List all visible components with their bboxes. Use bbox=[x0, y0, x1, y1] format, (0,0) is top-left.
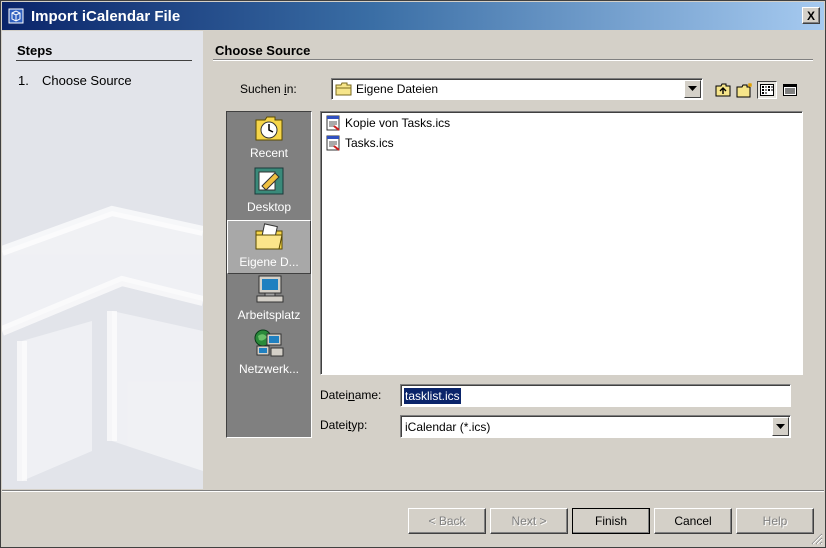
file-name: Tasks.ics bbox=[345, 136, 394, 150]
filename-value: tasklist.ics bbox=[404, 387, 461, 404]
details-view-icon bbox=[783, 84, 797, 96]
finish-button[interactable]: Finish bbox=[572, 508, 650, 534]
place-desktop[interactable]: Desktop bbox=[227, 166, 311, 220]
close-button[interactable]: X bbox=[802, 7, 820, 24]
look-in-value: Eigene Dateien bbox=[356, 82, 439, 96]
step-label: Choose Source bbox=[42, 73, 132, 88]
place-label: Arbeitsplatz bbox=[237, 308, 301, 322]
folder-icon bbox=[335, 82, 352, 96]
place-label: Netzwerk... bbox=[238, 362, 299, 376]
step-item: 1. Choose Source bbox=[18, 73, 132, 88]
title-divider bbox=[213, 59, 813, 60]
details-view-button[interactable] bbox=[780, 81, 800, 99]
list-view-button[interactable] bbox=[757, 81, 777, 99]
back-button[interactable]: < Back bbox=[408, 508, 486, 534]
filetype-combo[interactable]: iCalendar (*.ics) bbox=[400, 415, 791, 438]
my-computer-icon bbox=[252, 274, 286, 304]
cancel-button[interactable]: Cancel bbox=[654, 508, 732, 534]
list-item[interactable]: Tasks.ics bbox=[325, 134, 394, 152]
file-list[interactable]: Kopie von Tasks.ics Tasks.ics bbox=[320, 111, 803, 375]
look-in-combo[interactable]: Eigene Dateien bbox=[331, 78, 703, 100]
ics-file-icon bbox=[326, 115, 340, 131]
new-folder-icon bbox=[736, 83, 752, 98]
chevron-down-icon bbox=[688, 86, 697, 91]
look-in-label: Suchen in: bbox=[240, 82, 297, 96]
help-button[interactable]: Help bbox=[736, 508, 814, 534]
filename-input[interactable]: tasklist.ics bbox=[400, 384, 791, 407]
chevron-down-icon bbox=[776, 423, 785, 429]
step-number: 1. bbox=[18, 73, 29, 88]
wizard-decoration-image bbox=[2, 205, 203, 481]
list-view-icon bbox=[760, 84, 774, 96]
app-icon bbox=[7, 7, 25, 25]
desktop-icon bbox=[252, 166, 286, 196]
up-folder-button[interactable] bbox=[713, 81, 733, 99]
place-my-computer[interactable]: Arbeitsplatz bbox=[227, 274, 311, 328]
look-in-dropdown-button[interactable] bbox=[684, 80, 701, 98]
up-folder-icon bbox=[715, 83, 731, 97]
filename-label: Dateiname: bbox=[320, 388, 382, 402]
filetype-value: iCalendar (*.ics) bbox=[405, 419, 491, 434]
recent-icon bbox=[252, 112, 286, 142]
new-folder-button[interactable] bbox=[735, 81, 755, 99]
place-network[interactable]: Netzwerk... bbox=[227, 328, 311, 382]
places-bar: Recent Desktop Eigene D... Arbeitsplatz … bbox=[226, 111, 312, 438]
my-documents-icon bbox=[252, 221, 286, 251]
place-label: Recent bbox=[249, 146, 289, 160]
page-title: Choose Source bbox=[215, 43, 311, 58]
place-label: Desktop bbox=[246, 200, 292, 214]
title-bar[interactable]: Import iCalendar File X bbox=[2, 2, 824, 30]
place-recent[interactable]: Recent bbox=[227, 112, 311, 166]
filetype-dropdown-button[interactable] bbox=[772, 417, 789, 436]
next-button[interactable]: Next > bbox=[490, 508, 568, 534]
resize-grip-icon[interactable] bbox=[811, 533, 823, 545]
window-title: Import iCalendar File bbox=[31, 7, 181, 25]
steps-title: Steps bbox=[17, 43, 53, 58]
steps-panel: Steps 1. Choose Source bbox=[2, 31, 203, 489]
steps-divider bbox=[16, 60, 192, 61]
list-item[interactable]: Kopie von Tasks.ics bbox=[325, 114, 450, 132]
ics-file-icon bbox=[326, 135, 340, 151]
import-dialog: Import iCalendar File X Steps 1. Choose S… bbox=[0, 0, 826, 548]
network-icon bbox=[252, 328, 286, 358]
file-name: Kopie von Tasks.ics bbox=[345, 116, 451, 130]
filetype-label: Dateityp: bbox=[320, 418, 368, 432]
button-bar-divider bbox=[2, 490, 824, 492]
place-my-documents[interactable]: Eigene D... bbox=[227, 220, 311, 274]
place-label: Eigene D... bbox=[239, 255, 299, 269]
